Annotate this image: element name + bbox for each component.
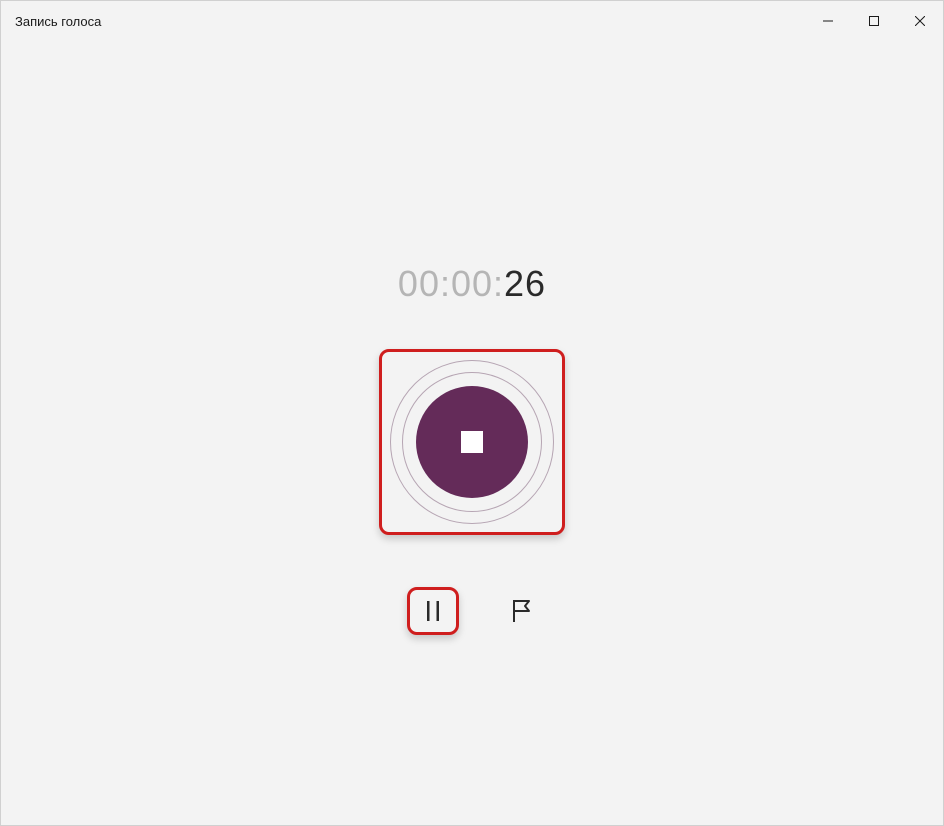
minimize-button[interactable]: [805, 1, 851, 41]
close-button[interactable]: [897, 1, 943, 41]
pause-icon: [424, 600, 442, 622]
add-marker-button[interactable]: [507, 596, 537, 626]
secondary-controls: [407, 587, 537, 635]
timer-active-part: 26: [504, 263, 546, 304]
app-window: Запись голоса 00:00:26: [0, 0, 944, 826]
minimize-icon: [823, 16, 833, 26]
stop-button-wrap: [389, 359, 555, 525]
stop-button-highlight: [379, 349, 565, 535]
maximize-button[interactable]: [851, 1, 897, 41]
window-controls: [805, 1, 943, 41]
recording-timer: 00:00:26: [398, 263, 546, 305]
stop-recording-button[interactable]: [416, 386, 528, 498]
stop-icon: [461, 431, 483, 453]
timer-inactive-part: 00:00:: [398, 263, 504, 304]
flag-icon: [511, 599, 533, 623]
pause-button-highlight: [407, 587, 459, 635]
close-icon: [915, 16, 925, 26]
titlebar: Запись голоса: [1, 1, 943, 41]
window-title: Запись голоса: [15, 14, 101, 29]
content-area: 00:00:26: [1, 41, 943, 825]
maximize-icon: [869, 16, 879, 26]
pause-button[interactable]: [418, 596, 448, 626]
